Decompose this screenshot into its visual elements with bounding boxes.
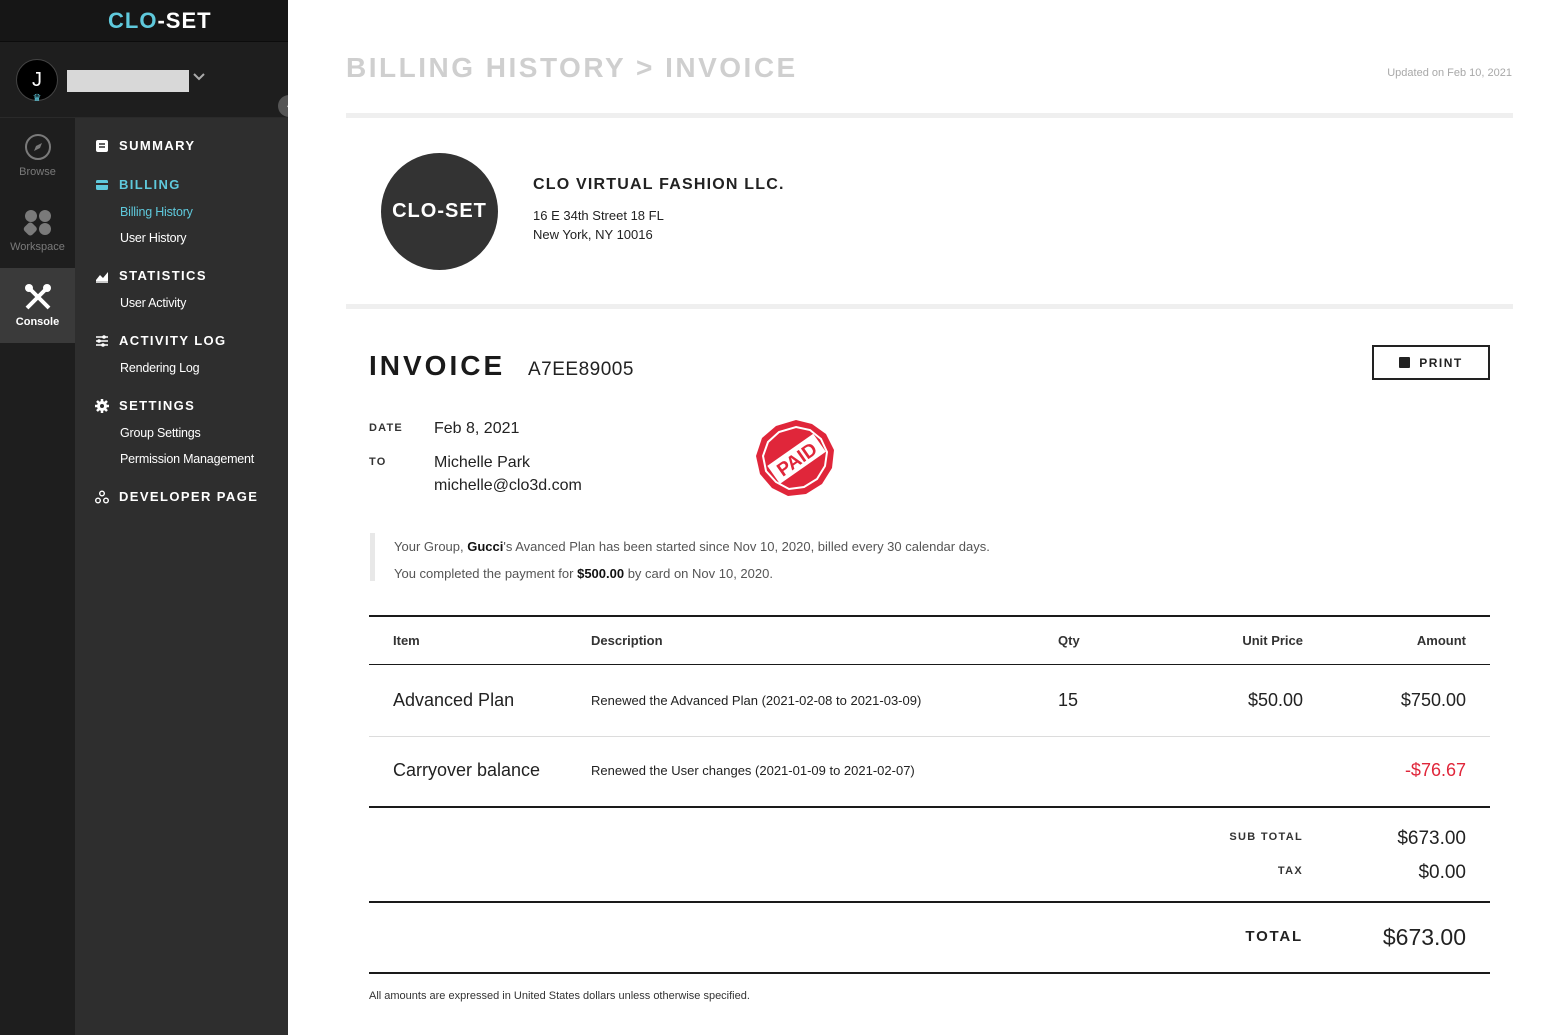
currency-footnote: All amounts are expressed in United Stat…	[369, 990, 750, 1002]
rail-label-console: Console	[15, 316, 60, 328]
row-description: Renewed the User changes (2021-01-09 to …	[591, 763, 915, 778]
nav-item-permission-management[interactable]: Permission Management	[120, 452, 254, 466]
col-header-unit-price: Unit Price	[1242, 633, 1303, 648]
top-bar: CLO-SET	[0, 0, 288, 42]
date-label: DATE	[369, 422, 403, 434]
company-address-line2: New York, NY 10016	[533, 227, 653, 242]
company-logo: CLO-SET	[381, 153, 498, 270]
subtotal-value: $673.00	[1397, 828, 1466, 849]
col-header-amount: Amount	[1416, 633, 1466, 648]
table-top-rule	[369, 615, 1490, 617]
col-header-description: Description	[591, 633, 663, 648]
to-label: TO	[369, 456, 387, 468]
row-divider	[369, 736, 1490, 737]
nav-section-activity-log[interactable]: ACTIVITY LOG	[95, 333, 227, 348]
invoice-date: Feb 8, 2021	[434, 420, 520, 437]
row-item: Carryover balance	[393, 760, 541, 780]
rail-item-workspace[interactable]: Workspace	[0, 193, 75, 268]
gear-icon	[95, 398, 109, 413]
rail-item-browse[interactable]: Browse	[0, 118, 75, 193]
subtotal-label: SUB TOTAL	[1229, 831, 1303, 843]
user-bar: J ♛	[0, 42, 288, 118]
nav-section-statistics[interactable]: STATISTICS	[95, 268, 207, 283]
print-button[interactable]: PRINT	[1372, 345, 1490, 380]
console-nav: SUMMARY BILLING Billing History User His…	[75, 118, 288, 1035]
tax-value: $0.00	[1418, 862, 1466, 883]
notice-line-2: You completed the payment for $500.00 by…	[394, 566, 773, 581]
compass-icon	[24, 134, 51, 160]
rail-label-browse: Browse	[19, 166, 56, 178]
rail-label-workspace: Workspace	[10, 241, 65, 253]
col-header-qty: Qty	[1058, 633, 1080, 648]
total-value: $673.00	[1382, 924, 1466, 950]
table-body-rule	[369, 806, 1490, 808]
breadcrumb: BILLING HISTORY > INVOICE	[346, 52, 798, 83]
crown-icon: ♛	[32, 93, 42, 104]
row-unit-price: $50.00	[1247, 690, 1303, 710]
print-icon	[1399, 357, 1411, 368]
chart-icon	[96, 271, 108, 283]
updated-date: Updated on Feb 10, 2021	[1387, 67, 1512, 79]
summary-icon	[96, 139, 108, 152]
recipient-name: Michelle Park	[434, 454, 531, 471]
main-content: BILLING HISTORY > INVOICE Updated on Feb…	[288, 0, 1566, 1035]
totals-rule	[369, 901, 1490, 903]
table-bottom-rule	[369, 972, 1490, 974]
workspace-icon	[23, 210, 51, 236]
row-amount: $750.00	[1400, 690, 1466, 710]
divider	[346, 113, 1513, 118]
divider	[346, 304, 1513, 309]
nav-section-billing[interactable]: BILLING	[95, 177, 181, 192]
sliders-icon	[96, 334, 108, 347]
username-redacted	[67, 70, 189, 92]
company-name: CLO VIRTUAL FASHION LLC.	[533, 176, 785, 193]
company-address-line1: 16 E 34th Street 18 FL	[533, 208, 664, 223]
nav-item-group-settings[interactable]: Group Settings	[120, 426, 201, 440]
row-description: Renewed the Advanced Plan (2021-02-08 to…	[591, 693, 922, 708]
tools-icon	[24, 284, 51, 310]
table-header-rule	[369, 664, 1490, 665]
app-logo[interactable]: CLO-SET	[108, 8, 212, 34]
tax-label: TAX	[1277, 865, 1303, 877]
paid-stamp: PAID	[756, 420, 834, 496]
nav-item-billing-history[interactable]: Billing History	[120, 205, 193, 219]
nav-item-user-activity[interactable]: User Activity	[120, 296, 186, 310]
nav-item-rendering-log[interactable]: Rendering Log	[120, 361, 200, 375]
billing-icon	[96, 179, 108, 190]
rail-item-console[interactable]: Console	[0, 268, 75, 343]
plan-notice: Your Group, Gucci's Avanced Plan has bee…	[370, 533, 1170, 581]
chevron-down-icon[interactable]	[192, 70, 206, 84]
total-label: TOTAL	[1245, 928, 1303, 945]
row-amount: -$76.67	[1404, 760, 1466, 780]
nav-item-user-history[interactable]: User History	[120, 231, 187, 245]
invoice-title: INVOICE	[369, 350, 506, 381]
nav-section-summary[interactable]: SUMMARY	[95, 138, 195, 153]
row-qty: 15	[1058, 690, 1079, 710]
notice-line-1: Your Group, Gucci's Avanced Plan has bee…	[394, 539, 990, 554]
col-header-item: Item	[393, 633, 420, 648]
nav-section-settings[interactable]: SETTINGS	[95, 398, 195, 413]
row-item: Advanced Plan	[393, 690, 515, 710]
developer-icon	[95, 490, 109, 503]
nav-section-developer-page[interactable]: DEVELOPER PAGE	[95, 489, 258, 504]
invoice-number: A7EE89005	[528, 359, 634, 380]
recipient-email: michelle@clo3d.com	[434, 477, 582, 494]
